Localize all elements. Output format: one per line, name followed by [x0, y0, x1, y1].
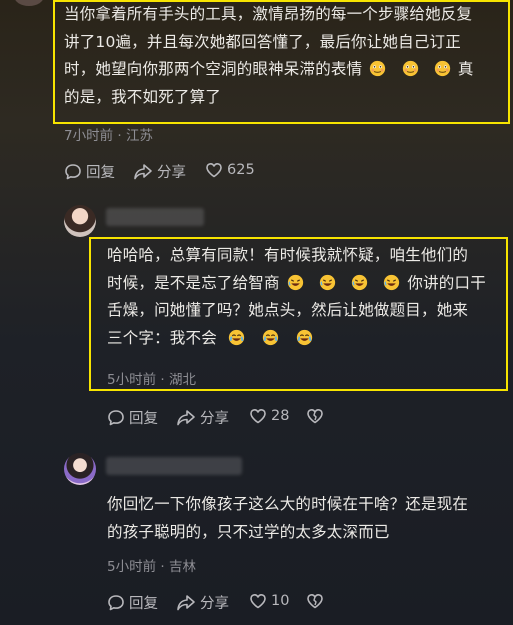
- comment1-meta: 7小时前 · 江苏: [64, 128, 153, 144]
- heart-icon: [250, 594, 266, 609]
- laugh-cry-emoji-icon: [263, 329, 279, 345]
- comment1-line1: 当你拿着所有手头的工具，激情昂扬的每一个步骤给她反复: [64, 5, 473, 23]
- comment2-line3: 舌燥，问她懂了吗？她点头，然后让她做题目，她来: [107, 301, 469, 319]
- share-label: 分享: [200, 596, 229, 612]
- comment2-line4: 三个字：我不会: [107, 325, 507, 353]
- comment3-line1: 你回忆一下你像孩子这么大的时候在干啥？还是现在: [107, 495, 469, 513]
- comment3-meta: 5小时前 · 吉林: [107, 559, 196, 575]
- avatar-partial[interactable]: [14, 0, 44, 6]
- comment3-dislike-button[interactable]: [306, 592, 328, 610]
- flushed-emoji-icon: [402, 60, 418, 77]
- comment2-text: 哈哈哈，总算有同款！有时候我就怀疑，咱生他们的 时候，是不是忘了给智商 你讲的口…: [107, 242, 507, 352]
- comment3-like-button[interactable]: 10: [249, 592, 289, 610]
- broken-heart-icon: [307, 409, 323, 424]
- laugh-cry-emoji-icon: [228, 329, 245, 345]
- comment2-reply-button[interactable]: 回复: [107, 407, 158, 428]
- like-count: 28: [271, 408, 290, 424]
- rofl-emoji-icon: [319, 274, 336, 290]
- share-arrow-icon: [177, 409, 195, 425]
- avatar[interactable]: [64, 453, 96, 485]
- comment3-text: 你回忆一下你像孩子这么大的时候在干啥？还是现在 的孩子聪明的，只不过学的太多太深…: [107, 491, 507, 546]
- comment3-reply-button[interactable]: 回复: [107, 592, 158, 613]
- laugh-cry-emoji-icon: [297, 329, 313, 345]
- reply-bubble-icon: [108, 409, 124, 425]
- comment2-line2: 时候，是不是忘了给智商 你讲的口干: [107, 273, 486, 292]
- reply-label: 回复: [129, 596, 158, 612]
- share-arrow-icon: [177, 594, 195, 610]
- flushed-emoji-icon: [434, 60, 450, 77]
- comment2-line1: 哈哈哈，总算有同款！有时候我就怀疑，咱生他们的: [107, 246, 469, 264]
- like-count: 625: [227, 162, 255, 178]
- comment2-like-button[interactable]: 28: [249, 407, 289, 425]
- heart-icon: [206, 163, 222, 178]
- comment1-like-button[interactable]: 625: [205, 161, 255, 179]
- comment3-line2: 的孩子聪明的，只不过学的太多太深而已: [107, 522, 390, 541]
- reply-label: 回复: [86, 165, 115, 181]
- username-blurred[interactable]: [106, 208, 204, 226]
- comment1-reply-button[interactable]: 回复: [64, 161, 115, 182]
- heart-icon: [250, 409, 266, 424]
- comment1-line2: 讲了10遍，并且每次她都回答懂了，最后你让她自己订正: [64, 32, 461, 51]
- username-blurred[interactable]: [106, 457, 242, 475]
- avatar[interactable]: [64, 205, 96, 237]
- comment1-share-button[interactable]: 分享: [133, 161, 186, 182]
- rofl-emoji-icon: [287, 274, 303, 290]
- reply-bubble-icon: [108, 594, 124, 610]
- comment1-line3: 时，她望向你那两个空洞的眼神呆滞的表情 真: [64, 60, 474, 78]
- like-count: 10: [271, 593, 290, 609]
- flushed-emoji-icon: [370, 60, 386, 77]
- comment2-share-button[interactable]: 分享: [176, 407, 229, 428]
- reply-label: 回复: [129, 411, 158, 427]
- rofl-emoji-icon: [384, 274, 400, 290]
- share-label: 分享: [200, 411, 229, 427]
- share-arrow-icon: [134, 163, 152, 179]
- comment1-text: 当你拿着所有手头的工具，激情昂扬的每一个步骤给她反复 讲了10遍，并且每次她都回…: [64, 1, 509, 111]
- comment1-line4: 的是，我不如死了算了: [64, 87, 222, 106]
- rofl-emoji-icon: [351, 274, 368, 290]
- share-label: 分享: [157, 165, 186, 181]
- broken-heart-icon: [307, 594, 323, 609]
- comment2-meta: 5小时前 · 湖北: [107, 372, 196, 388]
- reply-bubble-icon: [65, 163, 81, 179]
- comment3-share-button[interactable]: 分享: [176, 592, 229, 613]
- comment2-dislike-button[interactable]: [306, 407, 328, 425]
